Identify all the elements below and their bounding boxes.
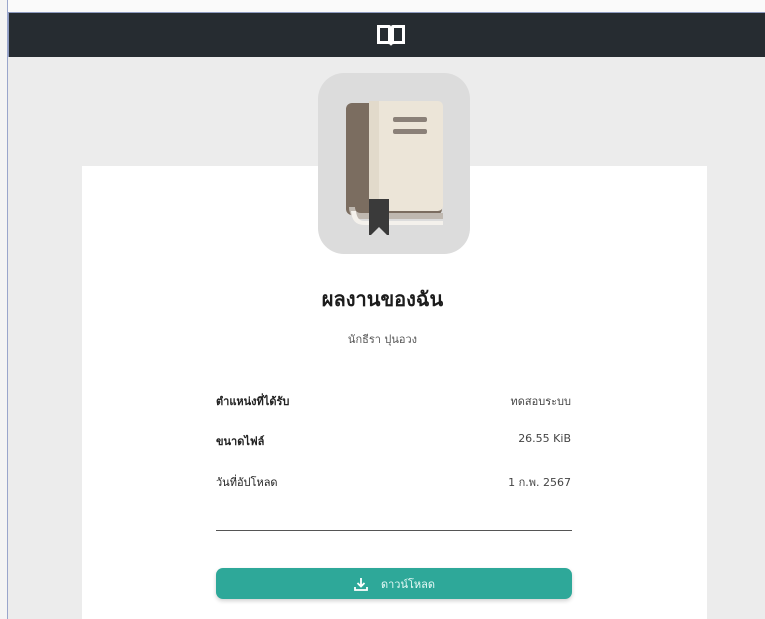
window-top-strip <box>0 0 765 12</box>
detail-row-upload-date: วันที่อัปโหลด 1 ก.พ. 2567 <box>216 473 571 493</box>
detail-value: ทดสอบระบบ <box>510 395 571 408</box>
detail-label: ขนาดไฟล์ <box>216 435 265 448</box>
download-label: ดาวน์โหลด <box>380 577 436 591</box>
divider <box>216 530 572 531</box>
detail-value: 1 ก.พ. 2567 <box>508 476 571 489</box>
document-cover <box>318 73 470 254</box>
document-author: นักธีรา ปุนอวง <box>347 333 418 346</box>
open-book-icon[interactable] <box>374 20 408 50</box>
detail-row-file-size: ขนาดไฟล์ 26.55 KiB <box>216 432 571 452</box>
top-bar <box>8 12 765 57</box>
detail-value: 26.55 KiB <box>518 432 571 445</box>
detail-label: ตำแหน่งที่ได้รับ <box>216 395 290 408</box>
document-title: ผลงานของฉัน <box>321 287 444 311</box>
download-button[interactable]: ดาวน์โหลด <box>216 568 572 599</box>
book-with-bookmark-icon <box>346 101 443 235</box>
detail-label: วันที่อัปโหลด <box>216 476 278 489</box>
download-icon <box>354 577 368 591</box>
detail-row-position: ตำแหน่งที่ได้รับ ทดสอบระบบ <box>216 392 571 412</box>
